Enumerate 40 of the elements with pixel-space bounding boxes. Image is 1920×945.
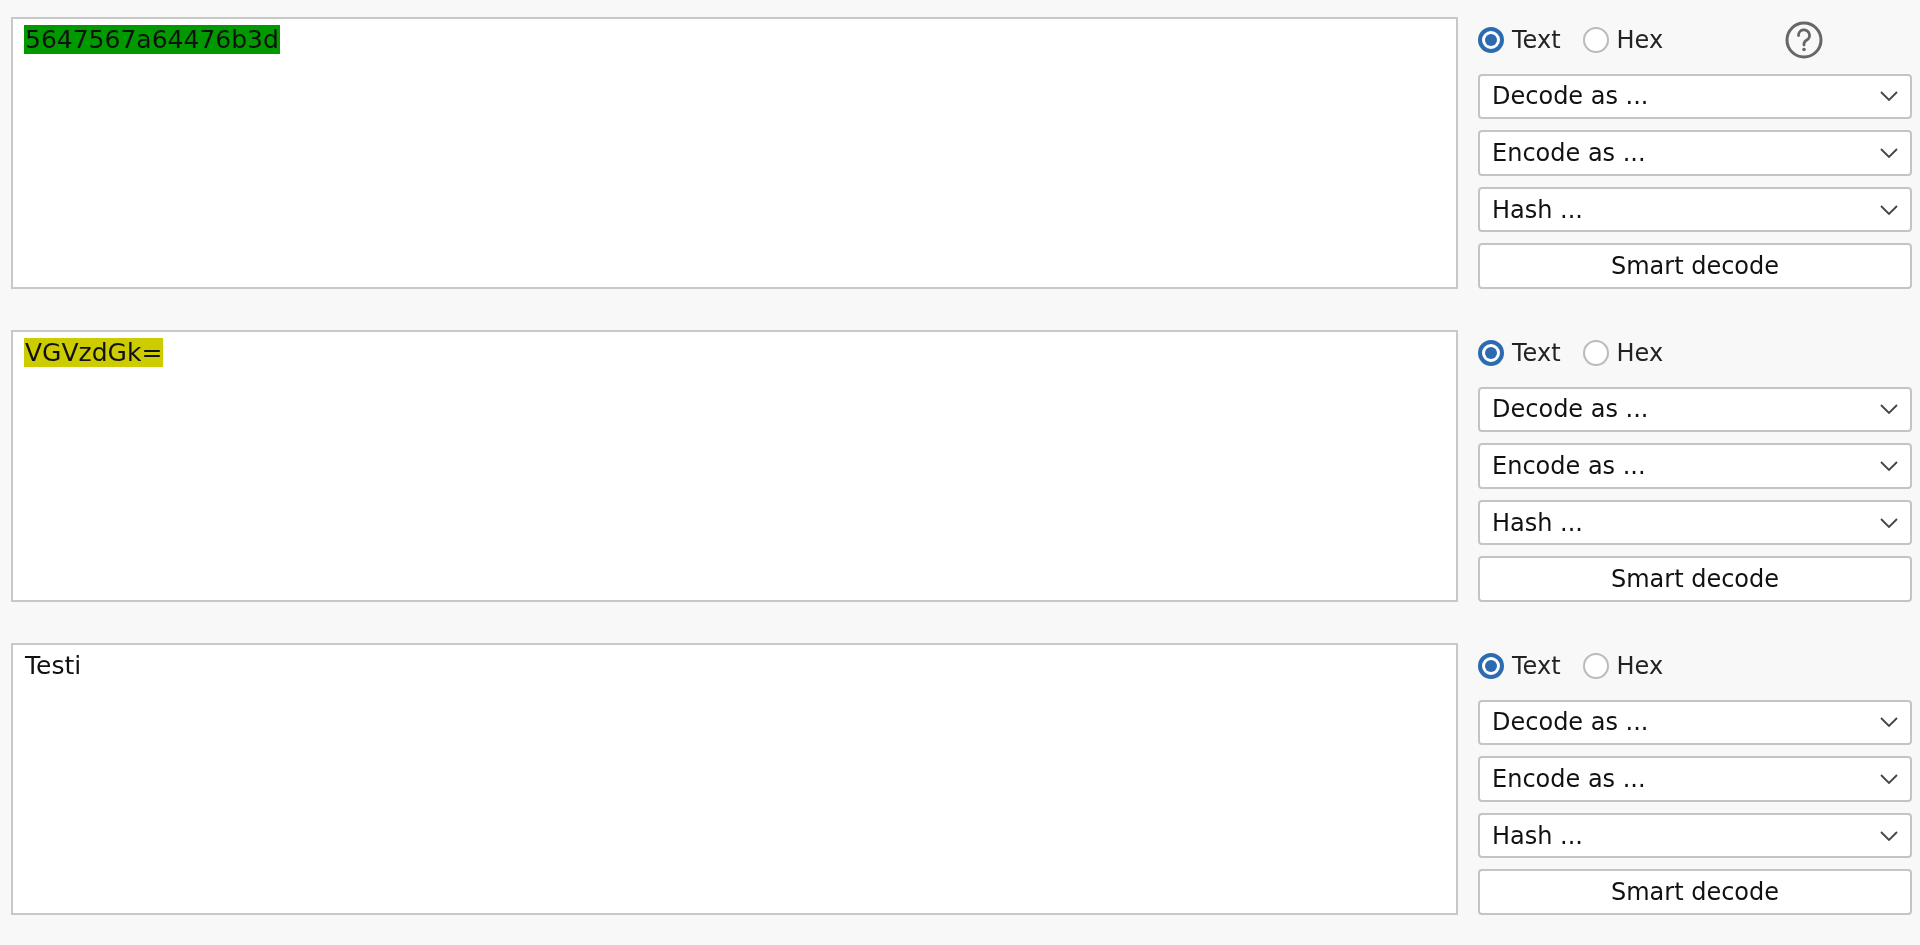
smart-decode-button[interactable]: Smart decode [1478, 243, 1912, 289]
chevron-down-icon [1880, 147, 1898, 158]
radio-button[interactable] [1582, 26, 1609, 53]
dropdown[interactable]: Encode as ... [1478, 130, 1912, 176]
help-icon[interactable] [1784, 19, 1824, 60]
radio-option[interactable]: Hex [1582, 25, 1664, 54]
dropdown[interactable]: Hash ... [1478, 812, 1912, 859]
radio-option[interactable]: Hex [1582, 651, 1664, 680]
dropdown[interactable]: Decode as ... [1478, 73, 1912, 120]
dropdown[interactable]: Decode as ... [1478, 699, 1912, 746]
highlighted-text: VGVzdGk= [24, 338, 164, 367]
smart-decode-button[interactable]: Smart decode [1478, 869, 1912, 915]
radio-option[interactable]: Text [1478, 25, 1561, 54]
chevron-down-icon [1880, 517, 1898, 528]
chevron-down-icon [1880, 460, 1898, 471]
dropdown[interactable]: Decode as ... [1478, 386, 1912, 433]
radio-option[interactable]: Text [1478, 651, 1561, 680]
chevron-down-icon [1880, 404, 1898, 415]
radio-button[interactable] [1478, 339, 1504, 366]
text-area[interactable]: Testi [11, 643, 1458, 915]
dropdown[interactable]: Hash ... [1478, 499, 1912, 546]
smart-decode-button[interactable]: Smart decode [1478, 556, 1912, 602]
chevron-down-icon [1880, 773, 1898, 784]
radio-button[interactable] [1478, 652, 1504, 679]
text-area[interactable]: VGVzdGk= [11, 330, 1458, 602]
highlighted-text: 5647567a64476b3d [24, 25, 280, 54]
chevron-down-icon [1880, 830, 1898, 841]
radio-button[interactable] [1478, 26, 1504, 53]
dropdown[interactable]: Encode as ... [1478, 443, 1912, 489]
chevron-down-icon [1880, 91, 1898, 102]
dropdown[interactable]: Hash ... [1478, 186, 1912, 233]
chevron-down-icon [1880, 717, 1898, 728]
radio-button[interactable] [1582, 652, 1609, 679]
radio-option[interactable]: Hex [1582, 338, 1664, 367]
text-area[interactable]: 5647567a64476b3d [11, 17, 1458, 289]
text-value: Testi [24, 651, 83, 680]
dropdown[interactable]: Encode as ... [1478, 756, 1912, 802]
chevron-down-icon [1880, 204, 1898, 215]
radio-option[interactable]: Text [1478, 338, 1561, 367]
radio-button[interactable] [1582, 339, 1609, 366]
